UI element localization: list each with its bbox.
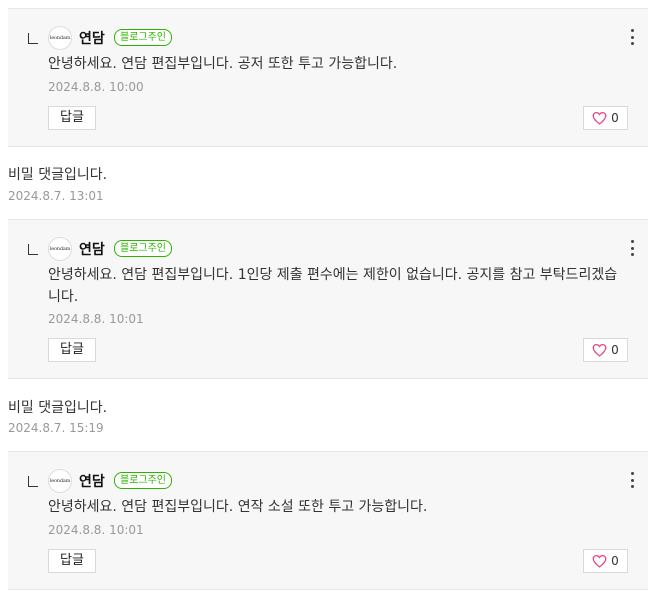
reply-comment: leondam 연담 블로그주인 안녕하세요. 연담 편집부입니다. 연작 소설…	[8, 451, 648, 590]
avatar[interactable]: leondam	[48, 26, 72, 50]
heart-icon	[592, 343, 607, 357]
more-options-icon[interactable]	[630, 29, 634, 45]
comment-text: 안녕하세요. 연담 편집부입니다. 연작 소설 또한 투고 가능합니다.	[48, 499, 428, 515]
like-button[interactable]: 0	[583, 106, 628, 130]
reply-button[interactable]: 답글	[48, 549, 96, 573]
comment-date: 2024.8.8. 10:01	[48, 312, 144, 326]
comment-date: 2024.8.8. 10:00	[48, 80, 144, 94]
comment-text: 안녕하세요. 연담 편집부입니다. 공저 또한 투고 가능합니다.	[48, 56, 398, 72]
author-name[interactable]: 연담	[79, 239, 105, 259]
comment-date: 2024.8.8. 10:01	[48, 523, 144, 537]
more-options-icon[interactable]	[630, 472, 634, 488]
reply-comment: leondam 연담 블로그주인 안녕하세요. 연담 편집부입니다. 공저 또한…	[8, 8, 648, 147]
avatar[interactable]: leondam	[48, 469, 72, 493]
blog-owner-badge: 블로그주인	[114, 29, 172, 46]
avatar[interactable]: leondam	[48, 237, 72, 261]
reply-arrow-icon	[28, 33, 38, 44]
reply-arrow-icon	[28, 476, 38, 487]
blog-owner-badge: 블로그주인	[114, 240, 172, 257]
reply-comment: leondam 연담 블로그주인 안녕하세요. 연담 편집부입니다. 1인당 제…	[8, 219, 648, 379]
like-button[interactable]: 0	[583, 338, 628, 362]
comment-text: 안녕하세요. 연담 편집부입니다. 1인당 제출 편수에는 제한이 없습니다. …	[48, 267, 618, 305]
secret-comment-date: 2024.8.7. 15:19	[8, 421, 104, 435]
reply-arrow-icon	[28, 244, 38, 255]
reply-button[interactable]: 답글	[48, 338, 96, 362]
like-count: 0	[611, 343, 619, 357]
heart-icon	[592, 111, 607, 125]
secret-comment-text: 비밀 댓글입니다.	[8, 400, 108, 416]
like-count: 0	[611, 554, 619, 568]
author-name[interactable]: 연담	[79, 471, 105, 491]
like-button[interactable]: 0	[583, 549, 628, 573]
reply-button[interactable]: 답글	[48, 106, 96, 130]
secret-comment-date: 2024.8.7. 13:01	[8, 189, 104, 203]
author-name[interactable]: 연담	[79, 28, 105, 48]
secret-comment-text: 비밀 댓글입니다.	[8, 167, 108, 183]
heart-icon	[592, 554, 607, 568]
blog-owner-badge: 블로그주인	[114, 472, 172, 489]
like-count: 0	[611, 111, 619, 125]
more-options-icon[interactable]	[630, 240, 634, 256]
